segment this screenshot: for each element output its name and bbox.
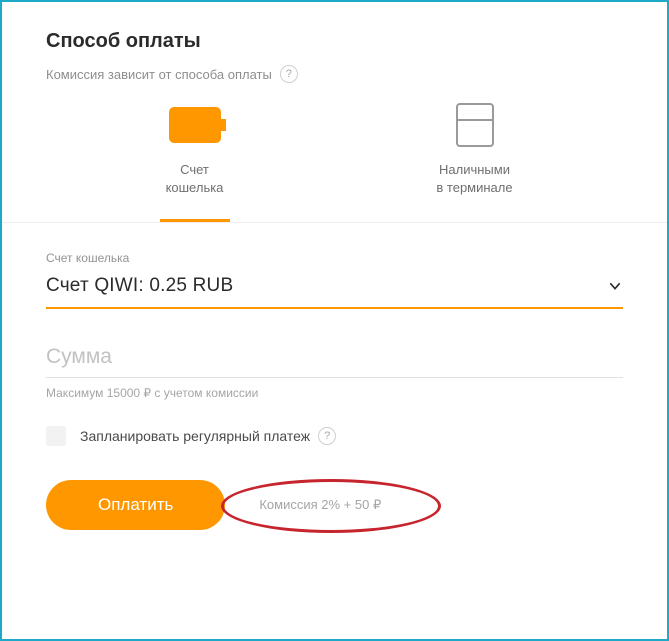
- payment-methods: Счет кошелька Наличными в терминале: [46, 101, 623, 222]
- schedule-checkbox[interactable]: [46, 426, 66, 446]
- wallet-icon: [169, 107, 221, 143]
- method-wallet-label: Счет кошелька: [166, 161, 224, 197]
- chevron-down-icon: [607, 278, 623, 294]
- account-label: Счет кошелька: [46, 251, 623, 265]
- amount-field: Сумма Максимум 15000 ₽ с учетом комиссии: [46, 345, 623, 400]
- schedule-row: Запланировать регулярный платеж ?: [46, 426, 623, 446]
- method-terminal[interactable]: Наличными в терминале: [405, 101, 545, 222]
- commission-note-row: Комиссия зависит от способа оплаты ?: [46, 65, 623, 83]
- divider: [2, 222, 667, 223]
- commission-info: Комиссия 2% + 50 ₽: [259, 497, 381, 513]
- terminal-icon-box: [456, 101, 494, 149]
- help-icon[interactable]: ?: [318, 427, 336, 445]
- account-select[interactable]: Счет QIWI: 0.25 RUB: [46, 269, 623, 309]
- schedule-label: Запланировать регулярный платеж: [80, 428, 310, 444]
- pay-button[interactable]: Оплатить: [46, 480, 225, 530]
- amount-helper: Максимум 15000 ₽ с учетом комиссии: [46, 386, 623, 400]
- action-row: Оплатить Комиссия 2% + 50 ₽: [46, 480, 623, 530]
- method-wallet-underline: [160, 219, 230, 222]
- help-icon[interactable]: ?: [280, 65, 298, 83]
- amount-input[interactable]: Сумма: [46, 345, 623, 378]
- commission-info-wrap: Комиссия 2% + 50 ₽: [259, 497, 381, 513]
- method-terminal-label: Наличными в терминале: [436, 161, 512, 197]
- terminal-icon: [456, 103, 494, 147]
- wallet-icon-box: [169, 101, 221, 149]
- account-select-value: Счет QIWI: 0.25 RUB: [46, 275, 233, 297]
- commission-note-text: Комиссия зависит от способа оплаты: [46, 67, 272, 82]
- account-field: Счет кошелька Счет QIWI: 0.25 RUB: [46, 251, 623, 309]
- method-wallet[interactable]: Счет кошелька: [125, 101, 265, 222]
- section-title: Способ оплаты: [46, 30, 623, 53]
